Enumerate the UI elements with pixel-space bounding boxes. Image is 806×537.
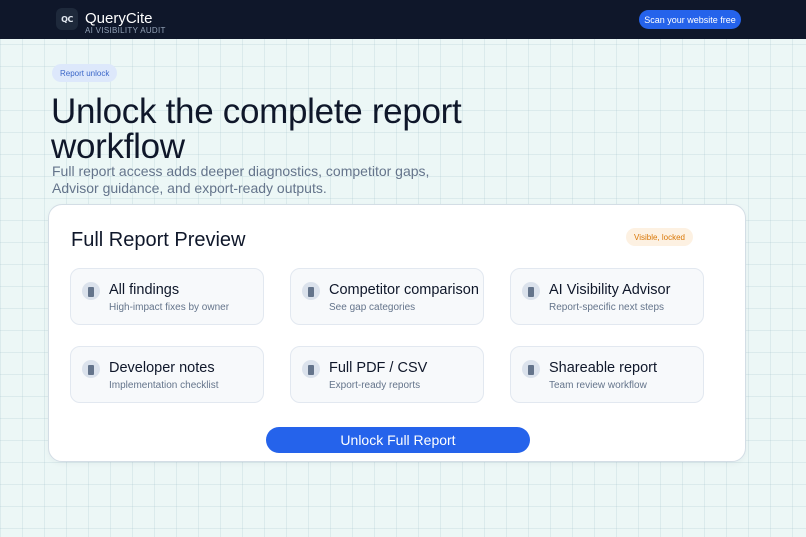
feature-card-developer-notes: Developer notes Implementation checklist	[70, 346, 264, 403]
page-title: Unlock the complete report workflow	[51, 92, 462, 166]
feature-subtitle: High-impact fixes by owner	[109, 302, 230, 313]
document-icon	[522, 360, 540, 378]
document-icon	[302, 282, 320, 300]
document-icon	[302, 360, 320, 378]
feature-title: Developer notes	[109, 360, 215, 376]
status-badge: Visible, locked	[626, 228, 693, 246]
feature-subtitle: Implementation checklist	[109, 380, 219, 391]
feature-card-all-findings: All findings High-impact fixes by owner	[70, 268, 264, 325]
brand-subtitle: AI VISIBILITY AUDIT	[85, 26, 166, 35]
scan-website-button[interactable]: Scan your website free	[639, 10, 741, 29]
report-unlock-badge: Report unlock	[52, 64, 118, 82]
feature-title: Full PDF / CSV	[329, 360, 428, 376]
feature-title: Shareable report	[549, 360, 658, 376]
top-navigation-bar: QC QueryCite AI VISIBILITY AUDIT Scan yo…	[0, 0, 806, 39]
preview-title: Full Report Preview	[71, 229, 246, 251]
feature-subtitle: Report-specific next steps	[549, 302, 665, 313]
brand-name[interactable]: QueryCite	[85, 10, 153, 27]
querycite-logo[interactable]: QC	[56, 8, 78, 30]
document-icon	[82, 282, 100, 300]
page-description: Full report access adds deeper diagnosti…	[52, 163, 430, 196]
feature-card-competitor-comparison: Competitor comparison See gap categories	[290, 268, 484, 325]
feature-title: All findings	[109, 282, 180, 298]
unlock-full-report-button[interactable]: Unlock Full Report	[266, 427, 530, 453]
feature-subtitle: See gap categories	[329, 302, 416, 313]
feature-card-full-pdf-csv: Full PDF / CSV Export-ready reports	[290, 346, 484, 403]
feature-subtitle: Export-ready reports	[329, 380, 421, 391]
feature-title: AI Visibility Advisor	[549, 282, 671, 298]
feature-card-ai-visibility-advisor: AI Visibility Advisor Report-specific ne…	[510, 268, 704, 325]
document-icon	[82, 360, 100, 378]
document-icon	[522, 282, 540, 300]
feature-title: Competitor comparison	[329, 282, 479, 298]
full-report-preview-card: Full Report Preview Visible, locked All …	[48, 204, 746, 462]
feature-subtitle: Team review workflow	[549, 380, 647, 391]
feature-card-shareable-report: Shareable report Team review workflow	[510, 346, 704, 403]
